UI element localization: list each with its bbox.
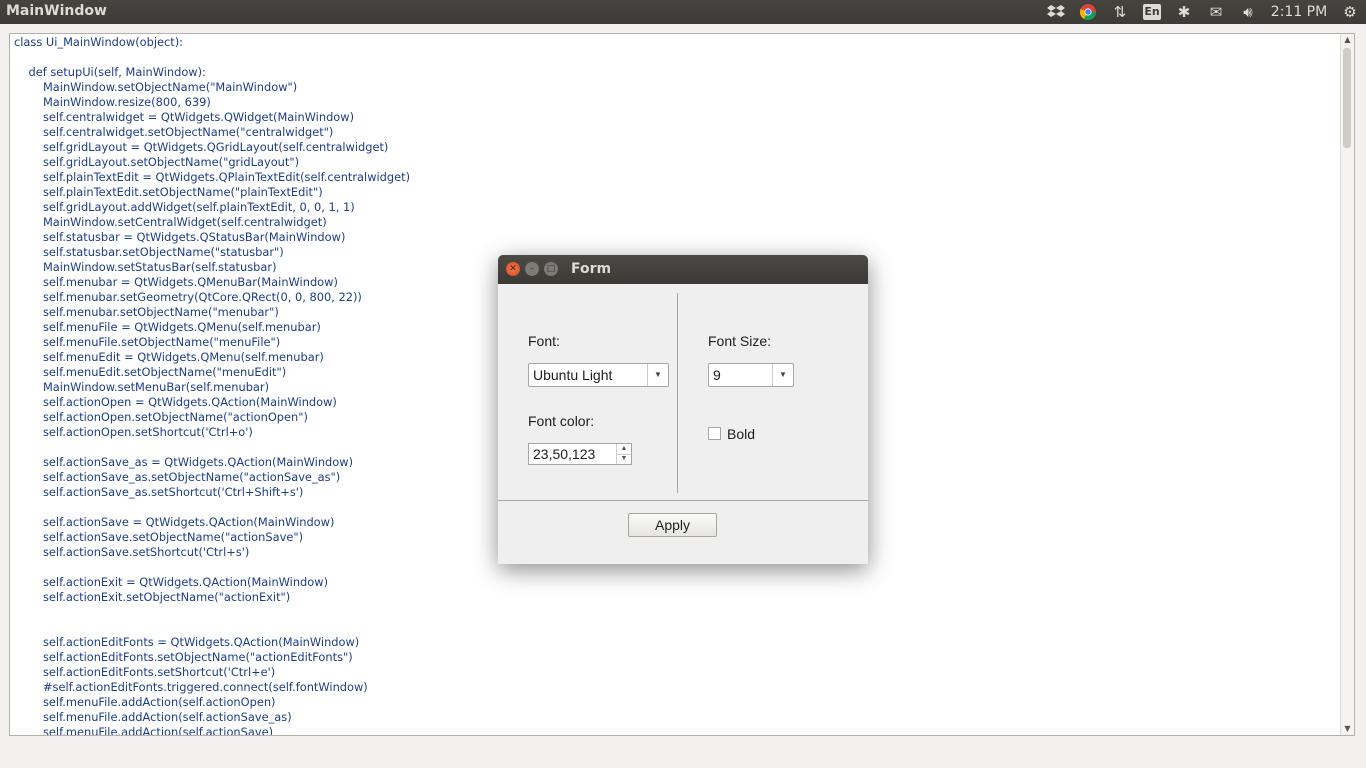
code-line[interactable]: self.menubar.setGeometry(QtCore.QRect(0,… xyxy=(14,290,410,305)
close-window-button[interactable]: ✕ xyxy=(506,262,520,276)
code-line[interactable]: self.actionEditFonts.setObjectName("acti… xyxy=(14,650,410,665)
chevron-down-icon[interactable]: ▼ xyxy=(772,364,793,386)
volume-icon[interactable]: 🔊︎ xyxy=(1232,0,1264,24)
code-line[interactable]: MainWindow.setObjectName("MainWindow") xyxy=(14,80,410,95)
code-line[interactable]: MainWindow.setStatusBar(self.statusbar) xyxy=(14,260,410,275)
font-size-label: Font Size: xyxy=(708,333,772,349)
code-line[interactable] xyxy=(14,500,410,515)
code-line[interactable]: self.actionOpen.setShortcut('Ctrl+o') xyxy=(14,425,410,440)
code-line[interactable]: self.actionSave.setObjectName("actionSav… xyxy=(14,530,410,545)
code-line[interactable]: self.actionOpen = QtWidgets.QAction(Main… xyxy=(14,395,410,410)
code-line[interactable] xyxy=(14,50,410,65)
code-line[interactable]: self.menuFile.addAction(self.actionSave_… xyxy=(14,710,410,725)
code-line[interactable]: self.menubar.setObjectName("menubar") xyxy=(14,305,410,320)
maximize-window-button[interactable]: □ xyxy=(544,262,558,276)
dropbox-icon[interactable] xyxy=(1040,0,1072,24)
bluetooth-icon[interactable]: ✱ xyxy=(1168,0,1200,24)
code-line[interactable]: self.menuEdit = QtWidgets.QMenu(self.men… xyxy=(14,350,410,365)
spin-down-icon[interactable]: ▼ xyxy=(616,454,631,464)
code-line[interactable]: self.actionExit = QtWidgets.QAction(Main… xyxy=(14,575,410,590)
horizontal-divider xyxy=(498,500,868,501)
code-line[interactable]: self.menuFile.addAction(self.actionOpen) xyxy=(14,695,410,710)
code-line[interactable]: self.centralwidget.setObjectName("centra… xyxy=(14,125,410,140)
bold-label[interactable]: Bold xyxy=(727,426,755,442)
code-line[interactable]: self.centralwidget = QtWidgets.QWidget(M… xyxy=(14,110,410,125)
scroll-up-arrow[interactable]: ▲ xyxy=(1341,34,1354,46)
code-line[interactable] xyxy=(14,605,410,620)
clock[interactable]: 2:11 PM xyxy=(1264,4,1334,20)
settings-gear-icon[interactable]: ⚙ xyxy=(1334,0,1366,24)
code-line[interactable]: #self.actionEditFonts.triggered.connect(… xyxy=(14,680,410,695)
code-line[interactable]: self.menubar = QtWidgets.QMenuBar(MainWi… xyxy=(14,275,410,290)
code-text[interactable]: class Ui_MainWindow(object): def setupUi… xyxy=(14,35,410,735)
code-line[interactable]: self.actionSave = QtWidgets.QAction(Main… xyxy=(14,515,410,530)
code-line[interactable]: self.menuFile.addAction(self.actionSave) xyxy=(14,725,410,735)
code-line[interactable]: self.actionOpen.setObjectName("actionOpe… xyxy=(14,410,410,425)
dialog-titlebar[interactable]: ✕ – □ Form xyxy=(498,255,868,284)
mail-icon[interactable]: ✉ xyxy=(1200,0,1232,24)
vertical-divider xyxy=(677,293,678,493)
form-dialog: ✕ – □ Form Font: Ubuntu Light ▼ Font col… xyxy=(498,255,868,564)
code-line[interactable]: self.plainTextEdit.setObjectName("plainT… xyxy=(14,185,410,200)
code-line[interactable]: self.actionSave.setShortcut('Ctrl+s') xyxy=(14,545,410,560)
code-line[interactable]: self.statusbar = QtWidgets.QStatusBar(Ma… xyxy=(14,230,410,245)
code-line[interactable]: self.actionSave_as = QtWidgets.QAction(M… xyxy=(14,455,410,470)
code-line[interactable]: self.gridLayout.setObjectName("gridLayou… xyxy=(14,155,410,170)
code-line[interactable]: class Ui_MainWindow(object): xyxy=(14,35,410,50)
font-color-label: Font color: xyxy=(528,413,595,429)
code-line[interactable]: self.statusbar.setObjectName("statusbar"… xyxy=(14,245,410,260)
font-color-value: 23,50,123 xyxy=(533,446,596,462)
code-line[interactable]: def setupUi(self, MainWindow): xyxy=(14,65,410,80)
font-combobox[interactable]: Ubuntu Light ▼ xyxy=(528,363,669,387)
keyboard-language-indicator[interactable]: En xyxy=(1136,0,1168,24)
code-line[interactable]: self.menuEdit.setObjectName("menuEdit") xyxy=(14,365,410,380)
code-line[interactable]: self.actionSave_as.setObjectName("action… xyxy=(14,470,410,485)
system-tray: ⇅ En ✱ ✉ 🔊︎ 2:11 PM ⚙ xyxy=(1040,0,1366,24)
chevron-down-icon[interactable]: ▼ xyxy=(647,364,668,386)
code-line[interactable] xyxy=(14,560,410,575)
code-line[interactable]: MainWindow.setMenuBar(self.menubar) xyxy=(14,380,410,395)
code-line[interactable]: self.actionSave_as.setShortcut('Ctrl+Shi… xyxy=(14,485,410,500)
vertical-scrollbar[interactable]: ▲ ▼ xyxy=(1340,34,1354,735)
code-line[interactable]: self.gridLayout = QtWidgets.QGridLayout(… xyxy=(14,140,410,155)
chrome-icon[interactable] xyxy=(1072,0,1104,24)
minimize-window-button[interactable]: – xyxy=(525,262,539,276)
code-line[interactable]: self.gridLayout.addWidget(self.plainText… xyxy=(14,200,410,215)
dialog-title: Form xyxy=(571,261,612,277)
font-color-spinbox[interactable]: 23,50,123 ▲ ▼ xyxy=(528,443,632,465)
font-size-value: 9 xyxy=(713,367,721,383)
apply-button[interactable]: Apply xyxy=(628,513,717,537)
font-size-combobox[interactable]: 9 ▼ xyxy=(708,363,794,387)
code-line[interactable]: MainWindow.setCentralWidget(self.central… xyxy=(14,215,410,230)
code-line[interactable] xyxy=(14,440,410,455)
code-line[interactable]: self.menuFile = QtWidgets.QMenu(self.men… xyxy=(14,320,410,335)
font-label: Font: xyxy=(528,333,560,349)
font-combobox-value: Ubuntu Light xyxy=(533,367,613,383)
bold-checkbox[interactable] xyxy=(708,427,721,440)
code-line[interactable]: self.actionExit.setObjectName("actionExi… xyxy=(14,590,410,605)
code-line[interactable]: self.plainTextEdit = QtWidgets.QPlainTex… xyxy=(14,170,410,185)
code-line[interactable]: self.menuFile.setObjectName("menuFile") xyxy=(14,335,410,350)
network-transfer-icon[interactable]: ⇅ xyxy=(1104,0,1136,24)
code-line[interactable]: self.actionEditFonts = QtWidgets.QAction… xyxy=(14,635,410,650)
scroll-down-arrow[interactable]: ▼ xyxy=(1341,723,1354,735)
code-line[interactable]: self.actionEditFonts.setShortcut('Ctrl+e… xyxy=(14,665,410,680)
active-window-title: MainWindow xyxy=(6,3,107,19)
top-panel: MainWindow ⇅ En ✱ ✉ 🔊︎ 2:11 PM ⚙ xyxy=(0,0,1366,24)
scrollbar-thumb[interactable] xyxy=(1343,48,1351,148)
code-line[interactable]: MainWindow.resize(800, 639) xyxy=(14,95,410,110)
code-line[interactable] xyxy=(14,620,410,635)
